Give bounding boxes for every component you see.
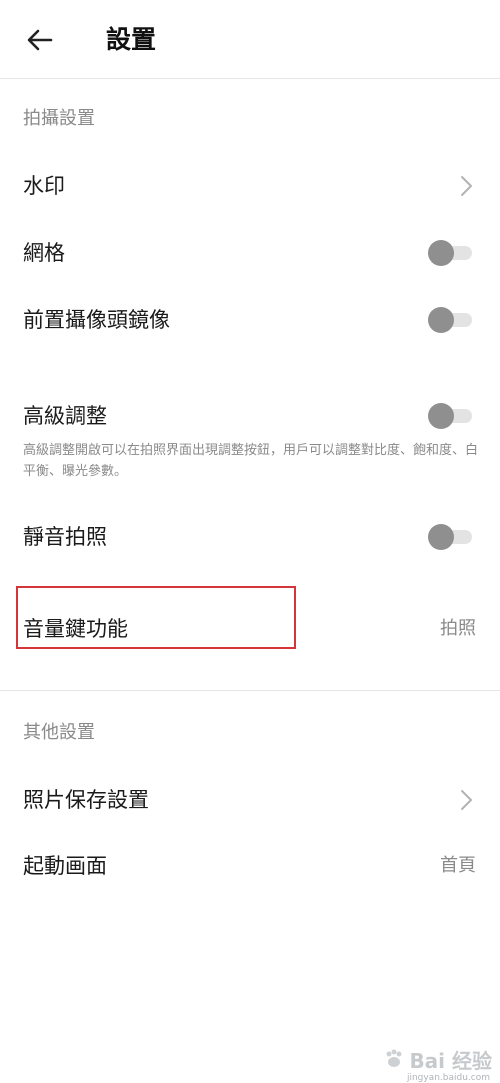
section-title-other: 其他設置 xyxy=(23,722,95,743)
row-front-mirror-label: 前置攝像頭鏡像 xyxy=(23,308,170,332)
toggle-knob xyxy=(428,524,454,550)
row-silent: 靜音拍照 xyxy=(0,509,500,565)
toggle-knob xyxy=(428,403,454,429)
row-startup[interactable]: 起動画面 首頁 xyxy=(0,838,500,894)
silent-toggle[interactable] xyxy=(428,524,472,550)
chevron-right-icon xyxy=(461,790,472,810)
advanced-toggle[interactable] xyxy=(428,403,472,429)
toggle-knob xyxy=(428,240,454,266)
row-startup-label: 起動画面 xyxy=(23,854,107,878)
row-volume-key-value: 拍照 xyxy=(440,618,476,639)
baidu-watermark: Bai 经验 xyxy=(372,1041,492,1077)
section-title-shooting: 拍攝設置 xyxy=(23,108,95,129)
row-grid-label: 網格 xyxy=(23,241,65,265)
row-photo-save-label: 照片保存設置 xyxy=(23,788,149,812)
back-button[interactable] xyxy=(22,22,58,58)
row-grid: 網格 xyxy=(0,225,500,281)
watermark-subtext: jingyan.baidu.com xyxy=(406,1073,490,1083)
row-front-mirror: 前置攝像頭鏡像 xyxy=(0,292,500,348)
arrow-left-icon xyxy=(27,29,53,51)
settings-page: 設置 拍攝設置 水印 網格 前置攝像頭鏡像 高級調整 高級調整開啟可以在拍照界面… xyxy=(0,0,500,1083)
row-advanced-label: 高級調整 xyxy=(23,404,107,428)
row-watermark-label: 水印 xyxy=(23,174,65,198)
watermark-text: Bai 经验 xyxy=(409,1048,492,1073)
row-photo-save[interactable]: 照片保存設置 xyxy=(0,772,500,828)
top-bar: 設置 xyxy=(0,0,500,79)
page-title: 設置 xyxy=(106,25,157,54)
advanced-description: 高級調整開啟可以在拍照界面出現調整按鈕，用戶可以調整對比度、飽和度、白平衡、曝光… xyxy=(23,443,479,479)
row-silent-label: 靜音拍照 xyxy=(23,525,107,549)
row-startup-value: 首頁 xyxy=(440,855,476,876)
toggle-knob xyxy=(428,307,454,333)
grid-toggle[interactable] xyxy=(428,240,472,266)
row-advanced: 高級調整 xyxy=(0,388,500,444)
highlight-annotation-box xyxy=(16,586,296,649)
front-mirror-toggle[interactable] xyxy=(428,307,472,333)
chevron-right-icon xyxy=(461,176,472,196)
section-divider xyxy=(0,690,500,691)
row-watermark[interactable]: 水印 xyxy=(0,158,500,214)
paw-icon xyxy=(386,1049,402,1067)
